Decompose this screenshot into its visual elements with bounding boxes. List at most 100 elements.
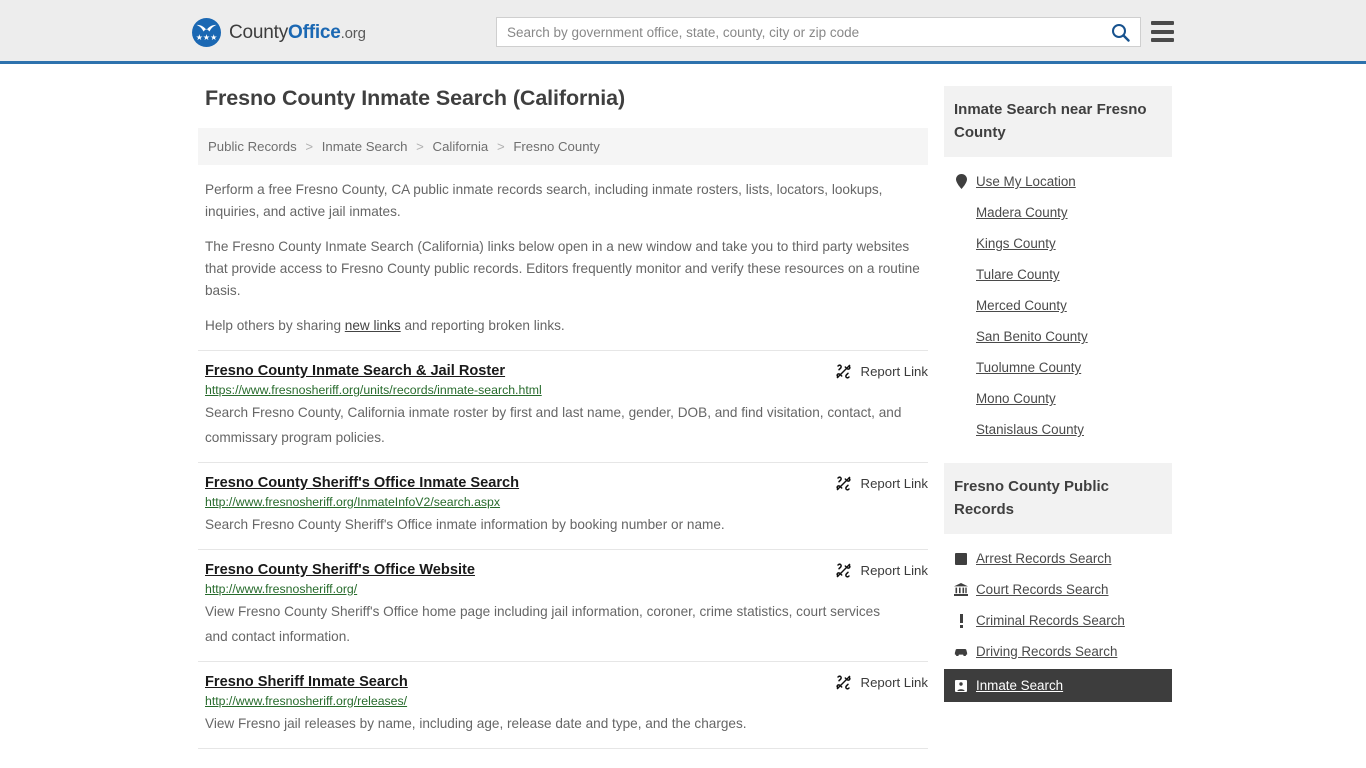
report-link-label: Report Link — [860, 364, 928, 379]
brand-part-office: Office — [288, 21, 341, 43]
sidebar-item-merced-county[interactable]: Merced County — [944, 290, 1172, 321]
sidebar-link-label[interactable]: Madera County — [976, 205, 1068, 220]
result-url[interactable]: http://www.fresnosheriff.org/releases/ — [205, 694, 928, 708]
results-bottom-divider — [198, 748, 928, 760]
broken-link-icon — [836, 476, 851, 491]
report-link-button[interactable]: Report Link — [835, 475, 928, 492]
eagle-wing-glyph — [196, 24, 217, 32]
sidebar-panel-public-records: Fresno County Public Records Arrest Reco… — [944, 463, 1172, 702]
sidebar-link-label[interactable]: Criminal Records Search — [976, 613, 1125, 628]
sidebar-item-kings-county[interactable]: Kings County — [944, 228, 1172, 259]
page-body: Fresno County Inmate Search (California)… — [0, 64, 1366, 760]
sidebar-link-label[interactable]: Court Records Search — [976, 582, 1108, 597]
sidebar-item-tuolumne-county[interactable]: Tuolumne County — [944, 352, 1172, 383]
sidebar: Inmate Search near Fresno County Use My … — [944, 86, 1172, 720]
result-url[interactable]: https://www.fresnosheriff.org/units/reco… — [205, 383, 928, 397]
sidebar-link-label[interactable]: Stanislaus County — [976, 422, 1084, 437]
public-records-list: Arrest Records Search Court Records Sear… — [944, 534, 1172, 702]
result-item: Fresno County Inmate Search & Jail Roste… — [198, 350, 928, 462]
brand-part-county: County — [229, 21, 289, 43]
result-description: Search Fresno County Sheriff's Office in… — [205, 517, 725, 532]
search-button[interactable] — [1100, 18, 1140, 46]
sidebar-item-arrest-records[interactable]: Arrest Records Search — [944, 543, 1172, 574]
handcuffs-square-icon — [954, 552, 968, 565]
result-item: Fresno Sheriff Inmate Search Report Link… — [198, 661, 928, 748]
result-item: Fresno County Sheriff's Office Inmate Se… — [198, 462, 928, 549]
brand-part-org: .org — [340, 24, 366, 42]
nearby-county-list: Use My Location Madera County Kings Coun… — [944, 157, 1172, 445]
report-link-button[interactable]: Report Link — [835, 674, 928, 691]
sidebar-item-tulare-county[interactable]: Tulare County — [944, 259, 1172, 290]
result-description: View Fresno jail releases by name, inclu… — [205, 716, 747, 731]
inmate-icon — [954, 679, 968, 692]
three-stars-glyph: ★★★ — [195, 33, 218, 42]
sidebar-link-label[interactable]: Driving Records Search — [976, 644, 1117, 659]
result-title-link[interactable]: Fresno County Inmate Search & Jail Roste… — [205, 363, 505, 379]
page-title: Fresno County Inmate Search (California) — [205, 86, 626, 110]
result-url[interactable]: http://www.fresnosheriff.org/ — [205, 582, 928, 596]
intro-paragraph-3: Help others by sharing new links and rep… — [205, 315, 928, 337]
result-description: View Fresno County Sheriff's Office home… — [205, 604, 881, 644]
menu-bar-2 — [1151, 29, 1174, 34]
sidebar-item-use-my-location[interactable]: Use My Location — [944, 166, 1172, 197]
sidebar-panel-nearby: Inmate Search near Fresno County Use My … — [944, 86, 1172, 445]
sidebar-link-label[interactable]: Inmate Search — [976, 678, 1063, 693]
site-logo[interactable]: ★★★ CountyOffice.org — [192, 18, 366, 47]
result-url[interactable]: http://www.fresnosheriff.org/InmateInfoV… — [205, 495, 928, 509]
sidebar-item-stanislaus-county[interactable]: Stanislaus County — [944, 414, 1172, 445]
brand-wordmark: CountyOffice.org — [229, 22, 366, 44]
broken-link-icon — [836, 364, 851, 379]
exclamation-icon — [954, 613, 968, 628]
sidebar-link-label[interactable]: Kings County — [976, 236, 1056, 251]
result-title-link[interactable]: Fresno Sheriff Inmate Search — [205, 674, 408, 690]
sidebar-item-inmate-search[interactable]: Inmate Search — [944, 669, 1172, 702]
sidebar-item-madera-county[interactable]: Madera County — [944, 197, 1172, 228]
search-icon — [1111, 23, 1130, 42]
sidebar-link-label[interactable]: San Benito County — [976, 329, 1088, 344]
site-header: ★★★ CountyOffice.org — [0, 0, 1366, 64]
breadcrumb: Public Records > Inmate Search > Califor… — [198, 128, 928, 165]
breadcrumb-item-california[interactable]: California — [433, 139, 489, 154]
result-title-link[interactable]: Fresno County Sheriff's Office Inmate Se… — [205, 475, 519, 491]
sidebar-link-label[interactable]: Tulare County — [976, 267, 1060, 282]
breadcrumb-separator-1: > — [305, 139, 314, 154]
result-description: Search Fresno County, California inmate … — [205, 405, 902, 445]
sidebar-item-driving-records[interactable]: Driving Records Search — [944, 636, 1172, 667]
search-input[interactable] — [497, 18, 1100, 46]
report-link-button[interactable]: Report Link — [835, 363, 928, 380]
main-content: Fresno County Inmate Search (California)… — [198, 86, 928, 760]
sidebar-link-label[interactable]: Tuolumne County — [976, 360, 1081, 375]
intro-text: Perform a free Fresno County, CA public … — [198, 179, 928, 337]
sidebar-item-mono-county[interactable]: Mono County — [944, 383, 1172, 414]
intro-paragraph-2: The Fresno County Inmate Search (Califor… — [205, 239, 920, 298]
sidebar-link-label[interactable]: Arrest Records Search — [976, 551, 1111, 566]
breadcrumb-separator-3: > — [496, 139, 505, 154]
sidebar-link-label[interactable]: Mono County — [976, 391, 1056, 406]
intro-p3-after: and reporting broken links. — [400, 318, 565, 333]
intro-p3-before: Help others by sharing — [205, 318, 345, 333]
map-pin-icon — [954, 174, 968, 189]
hamburger-menu-icon[interactable] — [1151, 21, 1174, 42]
intro-paragraph-1: Perform a free Fresno County, CA public … — [205, 182, 883, 219]
search-bar[interactable] — [496, 17, 1141, 47]
sidebar-link-label[interactable]: Use My Location — [976, 174, 1076, 189]
report-link-button[interactable]: Report Link — [835, 562, 928, 579]
broken-link-icon — [836, 563, 851, 578]
result-title-link[interactable]: Fresno County Sheriff's Office Website — [205, 562, 475, 578]
sidebar-item-criminal-records[interactable]: Criminal Records Search — [944, 605, 1172, 636]
sidebar-item-san-benito-county[interactable]: San Benito County — [944, 321, 1172, 352]
result-item: Fresno County Sheriff's Office Website R… — [198, 549, 928, 661]
menu-bar-3 — [1151, 38, 1174, 42]
sidebar-item-court-records[interactable]: Court Records Search — [944, 574, 1172, 605]
report-link-label: Report Link — [860, 563, 928, 578]
breadcrumb-item-public-records[interactable]: Public Records — [208, 139, 297, 154]
report-link-label: Report Link — [860, 476, 928, 491]
courthouse-icon — [954, 583, 968, 596]
report-link-label: Report Link — [860, 675, 928, 690]
car-icon — [954, 646, 968, 657]
new-links-link[interactable]: new links — [345, 318, 401, 333]
broken-link-icon — [836, 675, 851, 690]
breadcrumb-separator-2: > — [416, 139, 424, 154]
sidebar-link-label[interactable]: Merced County — [976, 298, 1067, 313]
breadcrumb-item-inmate-search[interactable]: Inmate Search — [322, 139, 408, 154]
